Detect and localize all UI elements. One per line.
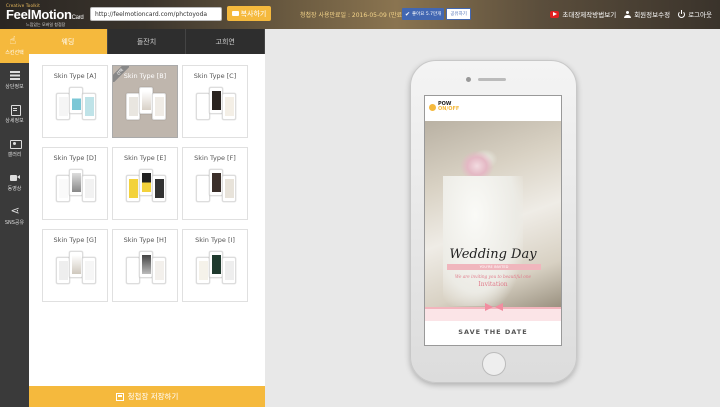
sidebar-item-skin-select[interactable]: 스킨선택: [0, 29, 29, 63]
skin-card-i[interactable]: Skin Type [I]: [182, 229, 248, 302]
copy-button-label: 복사하기: [240, 9, 267, 18]
skin-card-c[interactable]: Skin Type [C]: [182, 65, 248, 138]
edit-profile-link[interactable]: 회원정보수정: [624, 9, 670, 19]
card-url-field[interactable]: [90, 7, 222, 21]
skin-card-b[interactable]: 선택 Skin Type [B]: [112, 65, 178, 138]
skin-thumbnail: [124, 169, 170, 205]
skin-card-a[interactable]: Skin Type [A]: [42, 65, 108, 138]
sidebar-item-label: 갤러리: [7, 151, 22, 158]
pencil-icon: [10, 104, 21, 116]
sidebar-item-gallery[interactable]: 갤러리: [0, 131, 29, 165]
save-the-date-heading: SAVE THE DATE: [458, 328, 528, 336]
skin-thumbnail: [124, 87, 170, 123]
sidebar-item-label: SNS공유: [4, 219, 25, 226]
skin-card-g[interactable]: Skin Type [G]: [42, 229, 108, 302]
edit-profile-label: 회원정보수정: [634, 11, 671, 19]
sidebar-item-label: 상세정보: [5, 117, 24, 124]
logout-label: 로그아웃: [688, 11, 712, 19]
skin-card-e[interactable]: Skin Type [E]: [112, 147, 178, 220]
copy-url-button[interactable]: 복사하기: [227, 6, 271, 21]
onoff-label: ON/OFF: [438, 106, 460, 112]
logout-link[interactable]: 로그아웃: [678, 9, 712, 19]
skin-thumbnail: [124, 251, 170, 287]
facebook-buttons: ✔ 좋아요 5.7만개 공유하기: [402, 8, 471, 20]
sidebar-item-detail-info[interactable]: 상세정보: [0, 97, 29, 131]
left-icon-sidebar: 스킨선택 상단정보 상세정보 갤러리 동영상 SNS공유: [0, 29, 29, 407]
skin-selection-panel: 웨딩 돌잔치 고희연 Skin Type [A] 선택 Skin Type [B…: [29, 29, 266, 407]
wedding-title: Wedding Day: [449, 247, 537, 262]
speaker-slot: [478, 78, 506, 81]
skin-label: Skin Type [A]: [53, 72, 97, 80]
skin-thumbnail: [194, 169, 240, 205]
phone-preview: POW ON/OFF Wedding Day YOU'RE INVITED We …: [410, 60, 577, 383]
header-links: 초대장제작방법보기 회원정보수정 로그아웃: [550, 9, 712, 19]
skin-label: Skin Type [E]: [123, 154, 167, 162]
skin-label: Skin Type [B]: [123, 72, 167, 80]
wedding-photo: Wedding Day YOU'RE INVITED We are inviti…: [425, 121, 561, 307]
invitation-label: Invitation: [478, 281, 508, 288]
save-button-label: 청첩장 저장하기: [127, 392, 179, 401]
check-icon: ✔: [405, 10, 411, 18]
logo-title: FeelMotionCard: [6, 7, 84, 22]
how-to-video-link[interactable]: 초대장제작방법보기: [550, 9, 616, 19]
tab-wedding[interactable]: 웨딩: [29, 29, 108, 54]
gallery-icon: [9, 139, 22, 149]
top-header: Creative Toolkit FeelMotionCard 느낌있는 모바일…: [0, 0, 720, 29]
tab-first-birthday[interactable]: 돌잔치: [108, 29, 187, 54]
home-button: [482, 352, 506, 376]
sidebar-item-label: 스킨선택: [5, 49, 24, 56]
tab-seventieth[interactable]: 고희연: [186, 29, 266, 54]
feelmotion-logo[interactable]: Creative Toolkit FeelMotionCard 느낌있는 모바일…: [6, 3, 86, 27]
category-tabs: 웨딩 돌잔치 고희연: [29, 29, 266, 54]
skin-label: Skin Type [I]: [195, 236, 235, 244]
skin-label: Skin Type [C]: [193, 72, 237, 80]
how-to-label: 초대장제작방법보기: [562, 11, 617, 19]
share-icon: [10, 204, 20, 217]
sidebar-item-label: 상단정보: [5, 83, 24, 90]
youtube-icon: [550, 10, 560, 18]
grid-icon: [9, 70, 20, 80]
sidebar-item-sns-share[interactable]: SNS공유: [0, 199, 29, 233]
skin-thumbnail: [194, 251, 240, 287]
sidebar-item-label: 동영상: [7, 185, 22, 192]
user-icon: [624, 10, 632, 18]
preview-area: POW ON/OFF Wedding Day YOU'RE INVITED We …: [265, 29, 720, 407]
camera-dot: [466, 77, 471, 82]
power-icon: [678, 9, 686, 18]
skin-card-f[interactable]: Skin Type [F]: [182, 147, 248, 220]
like-label: 좋아요 5.7만개: [412, 12, 442, 17]
skin-label: Skin Type [F]: [194, 154, 236, 162]
skin-thumbnail: [194, 87, 240, 123]
preview-screen[interactable]: POW ON/OFF Wedding Day YOU'RE INVITED We …: [424, 95, 562, 346]
save-invitation-button[interactable]: 청첩장 저장하기: [29, 386, 265, 407]
facebook-share-button[interactable]: 공유하기: [446, 8, 471, 20]
skin-card-d[interactable]: Skin Type [D]: [42, 147, 108, 220]
skin-card-h[interactable]: Skin Type [H]: [112, 229, 178, 302]
skin-thumbnail: [54, 251, 100, 287]
bow-icon: [485, 302, 503, 312]
invitation-subtitle: We are inviting you to beautiful one: [455, 274, 531, 279]
skin-grid: Skin Type [A] 선택 Skin Type [B] Skin Type…: [42, 65, 256, 302]
invited-ribbon: YOU'RE INVITED: [447, 264, 541, 270]
pow-logo: POW ON/OFF: [429, 102, 459, 112]
pow-logo-icon: [429, 103, 436, 111]
hand-pointer-icon: [10, 34, 20, 47]
save-icon: [115, 392, 124, 401]
skin-label: Skin Type [H]: [123, 236, 167, 244]
facebook-like-button[interactable]: ✔ 좋아요 5.7만개: [402, 8, 445, 20]
skin-thumbnail: [54, 169, 100, 205]
copy-icon: [231, 11, 239, 16]
sidebar-item-video[interactable]: 동영상: [0, 165, 29, 199]
skin-thumbnail: [54, 87, 100, 123]
logo-tagline: 느낌있는 모바일 청첩장: [26, 22, 66, 27]
video-icon: [9, 173, 20, 182]
skin-label: Skin Type [D]: [53, 154, 97, 162]
sidebar-item-top-info[interactable]: 상단정보: [0, 63, 29, 97]
skin-label: Skin Type [G]: [53, 236, 97, 244]
screen-topbar: POW ON/OFF: [425, 96, 561, 121]
